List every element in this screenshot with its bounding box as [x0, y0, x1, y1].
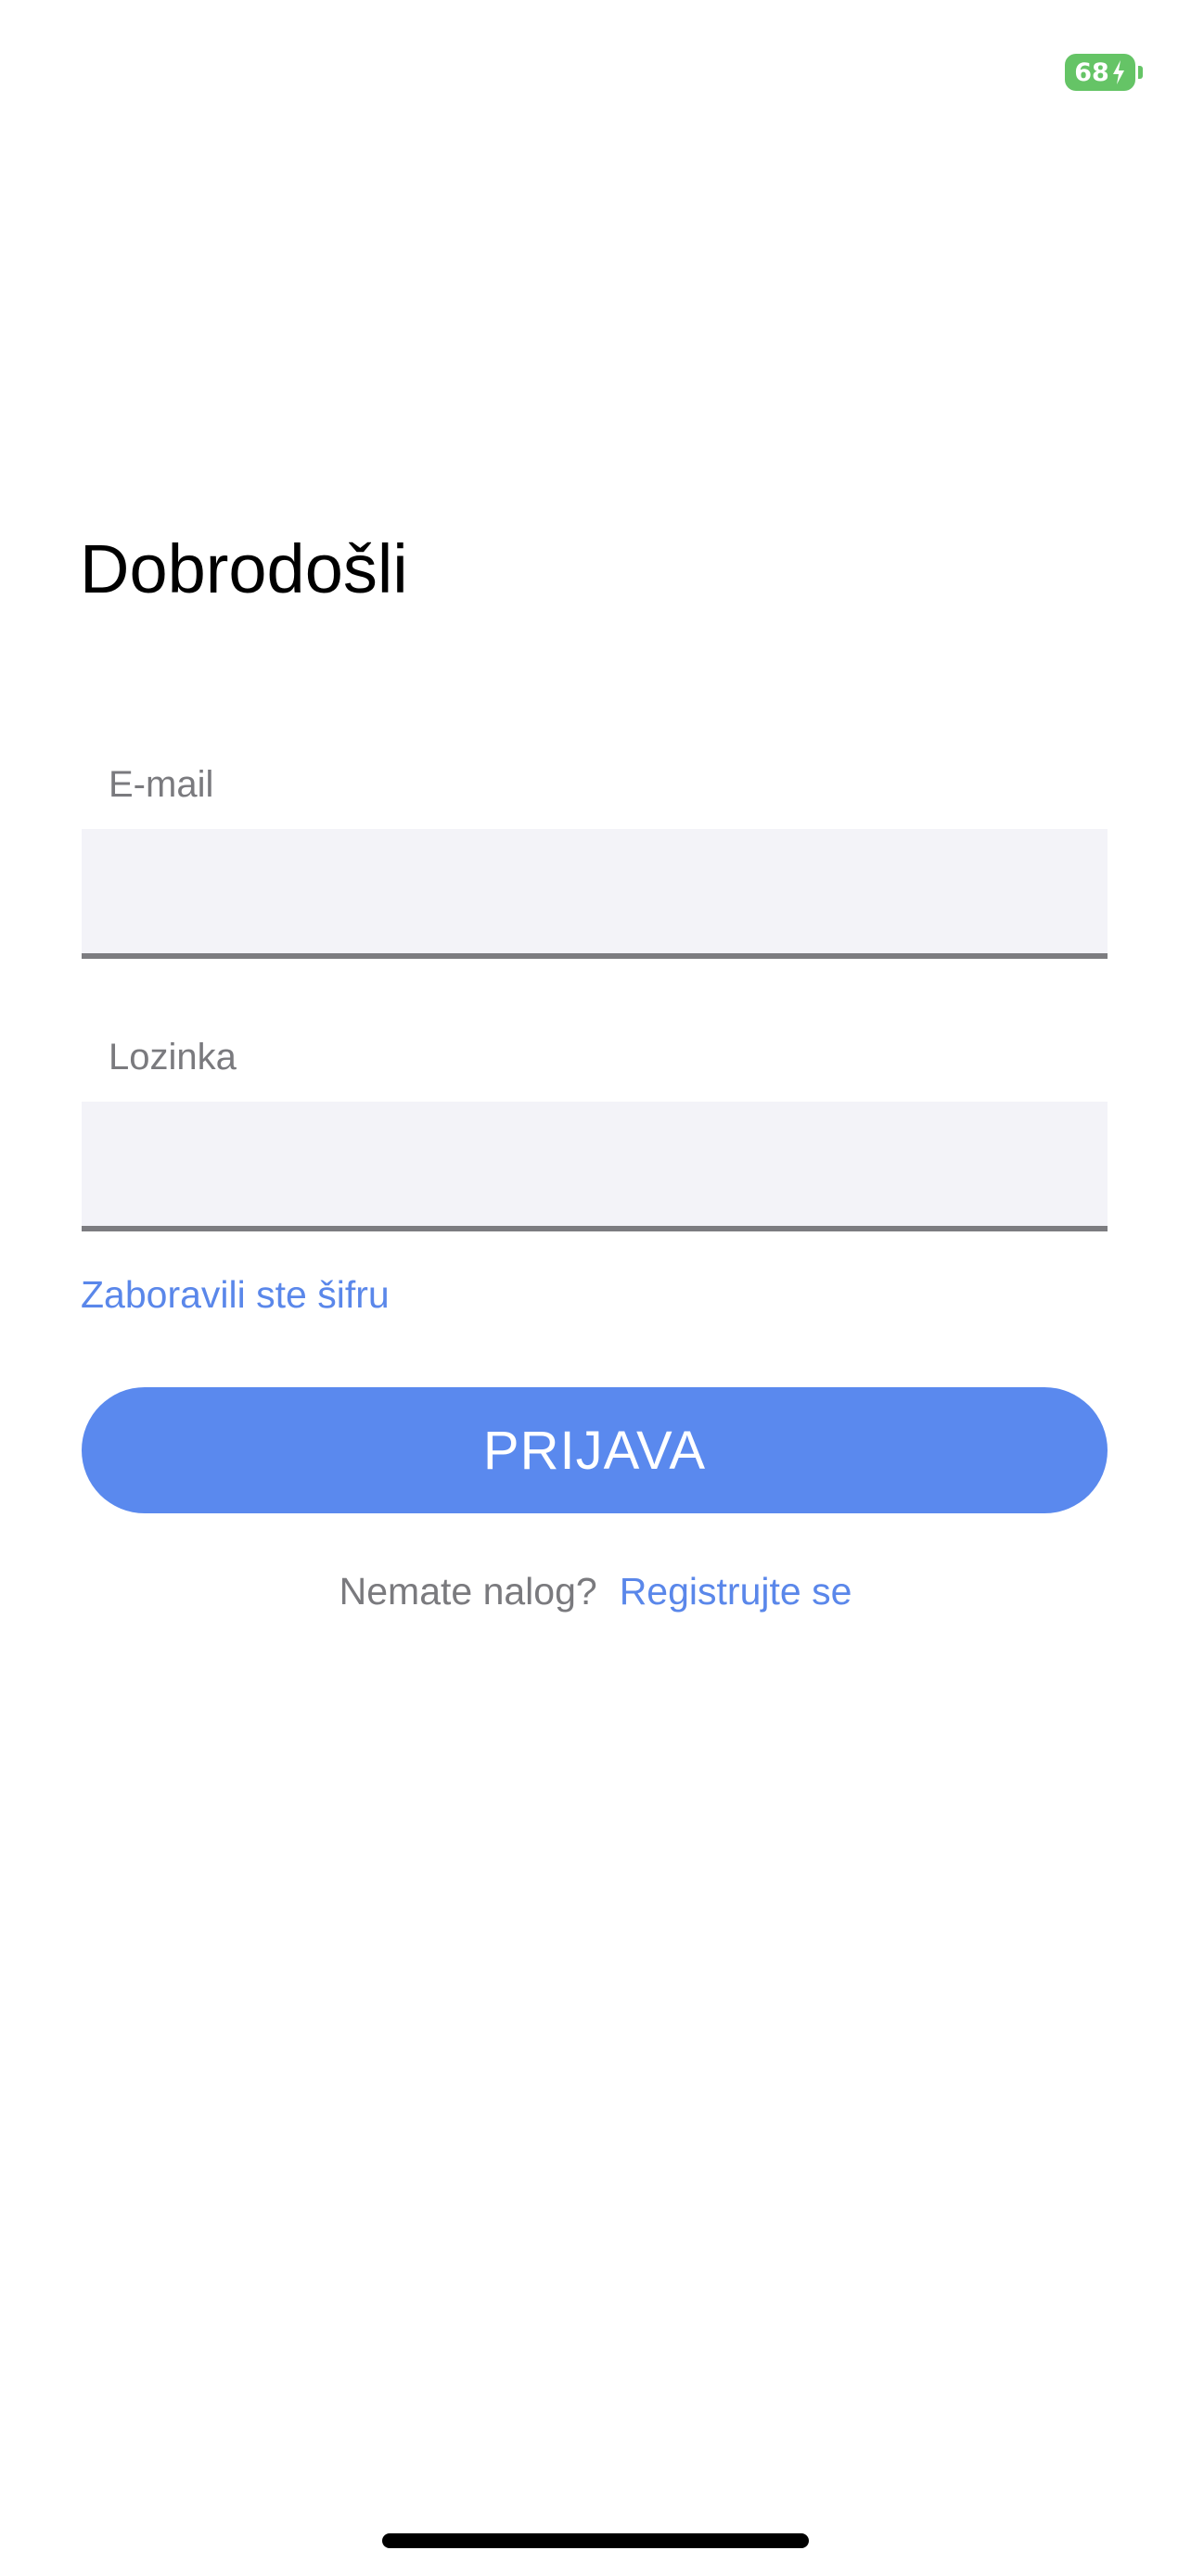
password-label: Lozinka [109, 1037, 237, 1078]
battery-indicator: 68 [1065, 54, 1143, 91]
status-bar: 68 [0, 0, 1191, 130]
email-input[interactable] [82, 829, 1108, 953]
forgot-password-link[interactable]: Zaboravili ste šifru [81, 1270, 390, 1319]
signup-prompt: Nemate nalog? [339, 1570, 597, 1613]
password-field[interactable] [82, 1102, 1108, 1231]
battery-level: 68 [1074, 57, 1109, 87]
home-indicator [382, 2533, 809, 2548]
page-title: Dobrodošli [80, 530, 408, 607]
login-button[interactable]: PRIJAVA [82, 1387, 1108, 1513]
password-input[interactable] [82, 1102, 1108, 1226]
email-field[interactable] [82, 829, 1108, 959]
email-label: E-mail [109, 764, 214, 805]
battery-cap [1138, 66, 1143, 79]
charging-bolt-icon [1112, 60, 1124, 84]
signup-link[interactable]: Registrujte se [620, 1567, 852, 1615]
signup-row: Nemate nalog? Registrujte se [0, 1567, 1191, 1615]
battery-body: 68 [1065, 54, 1135, 91]
